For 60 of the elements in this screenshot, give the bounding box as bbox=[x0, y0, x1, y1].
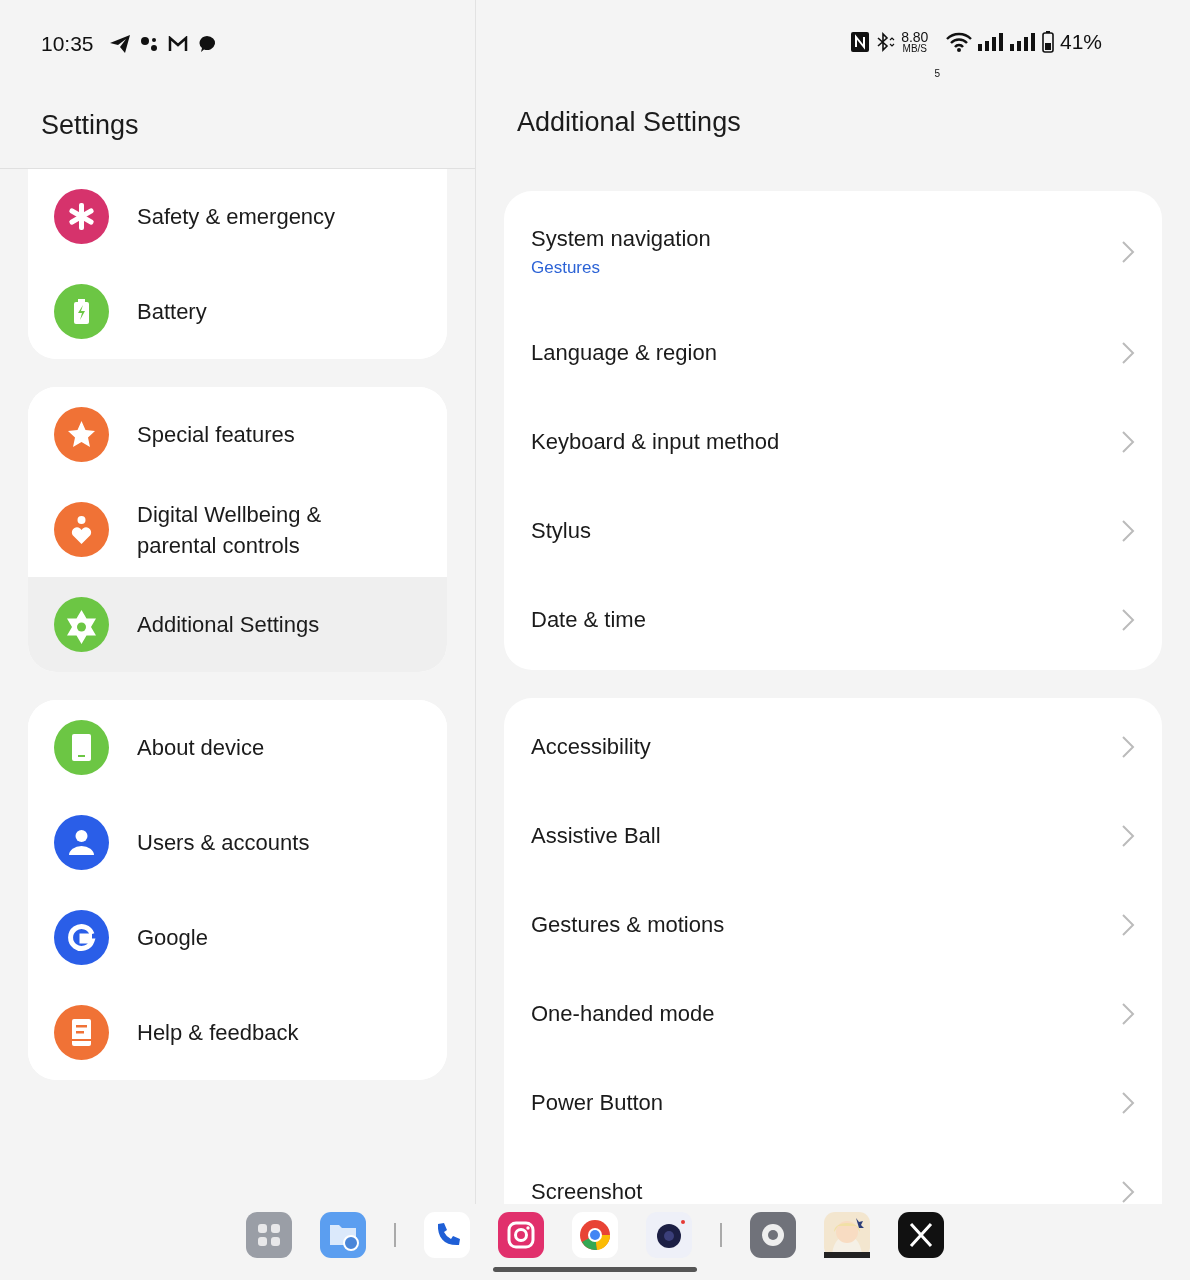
chevron-icon bbox=[1121, 1180, 1135, 1204]
row-value: Gestures bbox=[531, 258, 601, 279]
battery-icon bbox=[1041, 31, 1054, 54]
network-speed: 8.80 bbox=[901, 30, 929, 45]
phone-icon[interactable] bbox=[424, 1212, 470, 1258]
wifi-icon bbox=[945, 32, 972, 53]
settings-row[interactable]: Language & region bbox=[504, 308, 1162, 398]
row-title: Language & region bbox=[531, 340, 718, 367]
chat-bubble-icon bbox=[197, 35, 216, 53]
nfc-icon bbox=[851, 32, 870, 53]
camera-icon[interactable] bbox=[498, 1212, 544, 1258]
wifi-band-label: 5 bbox=[934, 67, 940, 79]
settings-row[interactable]: Power Button bbox=[504, 1058, 1162, 1148]
settings-row[interactable]: Gestures & motions bbox=[504, 880, 1162, 970]
signal-icon bbox=[977, 33, 1004, 52]
x-icon[interactable] bbox=[898, 1212, 944, 1258]
settings-row[interactable]: Accessibility bbox=[504, 702, 1162, 792]
signal-icon bbox=[1009, 33, 1036, 52]
chevron-icon bbox=[1121, 1091, 1135, 1116]
chevron-icon bbox=[1121, 608, 1135, 633]
page-title: Settings bbox=[40, 109, 140, 142]
speed-unit: MB/S bbox=[902, 44, 927, 55]
settings-row[interactable]: Date & time bbox=[504, 575, 1162, 665]
camera-lens-icon[interactable] bbox=[646, 1212, 692, 1258]
settings-row[interactable]: Stylus bbox=[504, 486, 1162, 576]
apps-grid-icon[interactable] bbox=[246, 1212, 292, 1258]
row-title: Date & time bbox=[531, 607, 647, 634]
settings-item[interactable]: Additional Settings bbox=[28, 577, 447, 672]
row-title: Assistive Ball bbox=[531, 823, 662, 850]
browser-icon[interactable] bbox=[572, 1212, 618, 1258]
gear-icon[interactable] bbox=[750, 1212, 796, 1258]
clock: 10:35 bbox=[41, 32, 94, 56]
chevron-icon bbox=[1121, 430, 1135, 455]
row-title: Accessibility bbox=[531, 734, 652, 761]
row-title: Keyboard & input method bbox=[531, 429, 781, 456]
bluetooth-icon bbox=[875, 32, 896, 53]
row-title: Stylus bbox=[531, 518, 592, 545]
chevron-icon bbox=[1121, 735, 1135, 760]
paper-plane-icon bbox=[109, 35, 130, 53]
chevron-icon bbox=[1121, 240, 1135, 265]
row-title: Gestures & motions bbox=[531, 912, 726, 939]
dots-icon bbox=[139, 36, 158, 52]
chevron-icon bbox=[1121, 519, 1135, 544]
settings-row[interactable]: Assistive Ball bbox=[504, 791, 1162, 881]
mail-icon bbox=[167, 36, 188, 52]
settings-row[interactable]: Keyboard & input method bbox=[504, 397, 1162, 487]
battery-percent: 41% bbox=[1059, 30, 1102, 55]
row-title: One-handed mode bbox=[531, 1001, 716, 1028]
row-title: System navigation bbox=[531, 226, 712, 253]
chevron-icon bbox=[1121, 913, 1135, 938]
row-title: Power Button bbox=[531, 1090, 665, 1117]
chevron-icon bbox=[1121, 1002, 1135, 1027]
settings-row[interactable]: One-handed mode bbox=[504, 969, 1162, 1059]
chevron-icon bbox=[1121, 824, 1135, 849]
settings-row[interactable]: Screenshot bbox=[504, 1147, 1162, 1204]
settings-row[interactable]: System navigation Gestures bbox=[504, 195, 1162, 309]
chevron-icon bbox=[1121, 341, 1135, 366]
row-title: Screenshot bbox=[531, 1179, 644, 1204]
folder-clock-icon[interactable] bbox=[320, 1212, 366, 1258]
page-title: Additional Settings bbox=[516, 105, 742, 139]
